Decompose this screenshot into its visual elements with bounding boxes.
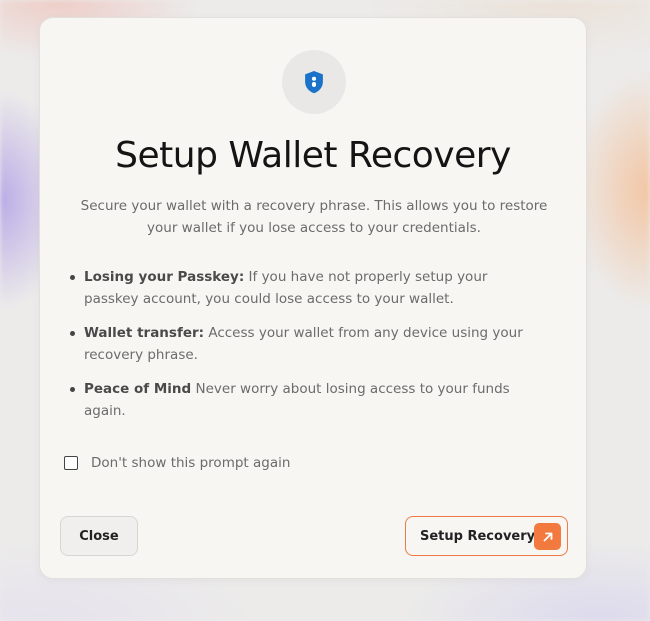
dont-show-again-label[interactable]: Don't show this prompt again xyxy=(91,455,290,471)
dont-show-again-checkbox[interactable] xyxy=(64,456,78,470)
feature-heading: Wallet transfer: xyxy=(84,325,205,341)
feature-item-passkey: Losing your Passkey: If you have not pro… xyxy=(70,266,534,310)
feature-heading: Losing your Passkey: xyxy=(84,269,245,285)
feature-item-peace-of-mind: Peace of Mind Never worry about losing a… xyxy=(70,378,534,422)
feature-heading: Peace of Mind xyxy=(84,381,192,397)
setup-recovery-button[interactable]: Setup Recovery xyxy=(405,516,568,556)
setup-recovery-label: Setup Recovery xyxy=(420,528,536,544)
recovery-modal: Setup Wallet Recovery Secure your wallet… xyxy=(39,17,587,579)
shield-icon xyxy=(305,70,323,94)
arrow-up-right-icon xyxy=(534,523,561,550)
dont-show-again-row[interactable]: Don't show this prompt again xyxy=(64,455,290,471)
modal-title: Setup Wallet Recovery xyxy=(115,135,511,176)
shield-icon-container xyxy=(282,50,346,114)
modal-subtitle: Secure your wallet with a recovery phras… xyxy=(80,198,548,236)
feature-item-transfer: Wallet transfer: Access your wallet from… xyxy=(70,322,534,366)
close-button[interactable]: Close xyxy=(60,516,138,556)
feature-list: Losing your Passkey: If you have not pro… xyxy=(70,266,534,434)
